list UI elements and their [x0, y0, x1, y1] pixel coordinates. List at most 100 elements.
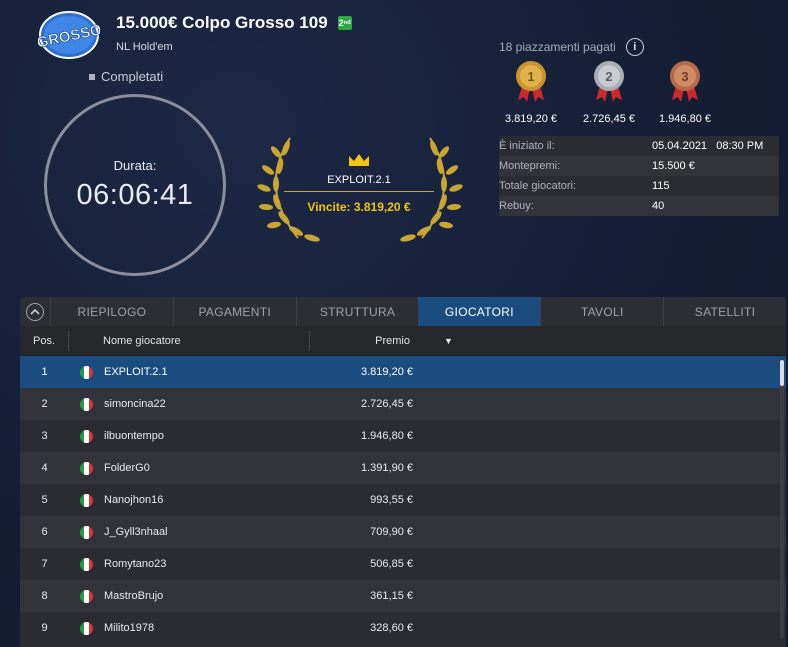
row-pos: 8	[41, 590, 48, 602]
italy-flag-icon	[80, 461, 93, 475]
stat-label: È iniziato il:	[499, 140, 555, 152]
tab-giocatori[interactable]: GIOCATORI	[418, 297, 541, 326]
player-name: FolderG0	[104, 462, 150, 474]
table-row[interactable]: 2 simoncina22 2.726,45 €	[20, 388, 786, 420]
grosso-logo: GROSSO	[35, 10, 104, 60]
stat-value: 05.04.2021 08:30 PM	[652, 140, 764, 152]
player-name: J_Gyll3nhaal	[104, 526, 168, 538]
stat-label: Totale giocatori:	[499, 180, 577, 192]
crown-icon	[349, 154, 369, 166]
row-pos: 5	[41, 494, 48, 506]
player-prize: 1.946,80 €	[361, 430, 413, 442]
row-pos: 2	[41, 398, 48, 410]
collapse-toggle[interactable]	[20, 297, 50, 326]
row-pos: 1	[41, 366, 48, 378]
gold-medal: 1 3.819,20 €	[496, 60, 566, 125]
player-prize: 2.726,45 €	[361, 398, 413, 410]
stat-rebuy: Rebuy: 40	[499, 196, 779, 216]
player-name: ilbuontempo	[104, 430, 164, 442]
table-row[interactable]: 6 J_Gyll3nhaal 709,90 €	[20, 516, 786, 548]
svg-text:1: 1	[527, 69, 534, 84]
row-pos: 6	[41, 526, 48, 538]
italy-flag-icon	[80, 493, 93, 507]
scrollbar-thumb[interactable]	[780, 360, 784, 386]
player-prize: 361,15 €	[370, 590, 413, 602]
player-name: simoncina22	[104, 398, 166, 410]
tab-riepilogo[interactable]: RIEPILOGO	[50, 297, 173, 326]
flag-cell	[69, 429, 104, 443]
table-row[interactable]: 3 ilbuontempo 1.946,80 €	[20, 420, 786, 452]
duration-value: 06:06:41	[76, 179, 194, 211]
italy-flag-icon	[80, 557, 93, 571]
stat-value: 40	[652, 200, 665, 212]
col-prize-header[interactable]: Premio	[310, 331, 410, 351]
info-icon[interactable]: i	[625, 38, 644, 56]
flag-cell	[69, 493, 104, 507]
winner-divider	[284, 191, 434, 192]
tournament-title: 15.000€ Colpo Grosso 109 2ⁿᵈ	[116, 13, 352, 33]
winner-prize: Vincite: 3.819,20 €	[307, 200, 411, 214]
details-panel: RIEPILOGO PAGAMENTI STRUTTURA GIOCATORI …	[20, 297, 786, 647]
gold-medal-icon: 1	[516, 61, 546, 102]
stat-prize-pool: Montepremi: 15.500 €	[499, 156, 779, 176]
table-header: Pos. Nome giocatore Premio ▼	[20, 326, 786, 356]
flag-cell	[69, 365, 104, 379]
table-row[interactable]: 4 FolderG0 1.391,90 €	[20, 452, 786, 484]
player-name: Milito1978	[104, 622, 155, 634]
col-name-header[interactable]: Nome giocatore	[69, 330, 310, 351]
player-prize: 993,55 €	[370, 494, 413, 506]
player-name: EXPLOIT.2.1	[104, 366, 168, 378]
flag-cell	[69, 461, 104, 475]
table-row[interactable]: 7 Romytano23 506,85 €	[20, 548, 786, 580]
svg-text:3: 3	[681, 69, 688, 84]
tab-pagamenti[interactable]: PAGAMENTI	[172, 297, 296, 326]
second-chance-badge: 2ⁿᵈ	[337, 16, 352, 30]
sort-down-icon[interactable]: ▼	[444, 336, 453, 346]
players-table: 1 EXPLOIT.2.1 3.819,20 € 2 simoncina22 2.726,…	[20, 356, 786, 644]
tab-bar: RIEPILOGO PAGAMENTI STRUTTURA GIOCATORI …	[20, 297, 786, 326]
player-prize: 328,60 €	[370, 622, 413, 634]
col-pos-header[interactable]: Pos.	[20, 330, 69, 351]
stat-total-players: Totale giocatori: 115	[499, 176, 779, 196]
table-row[interactable]: 1 EXPLOIT.2.1 3.819,20 €	[20, 356, 786, 388]
chevron-up-icon	[26, 302, 44, 321]
row-pos: 9	[41, 622, 48, 634]
italy-flag-icon	[80, 589, 93, 603]
winner-card: EXPLOIT.2.1 Vincite: 3.819,20 €	[250, 128, 470, 248]
duration-timer: Durata: 06:06:41	[44, 94, 226, 276]
stat-start: È iniziato il: 05.04.2021 08:30 PM	[499, 136, 779, 156]
row-pos: 7	[41, 558, 48, 570]
tab-tavoli[interactable]: TAVOLI	[540, 297, 663, 326]
tab-struttura[interactable]: STRUTTURA	[295, 297, 419, 326]
bronze-medal-icon: 3	[670, 61, 700, 102]
laurel-wreath-icon	[257, 137, 463, 242]
scrollbar[interactable]	[780, 359, 784, 639]
silver-medal-icon: 2	[594, 61, 624, 102]
italy-flag-icon	[80, 621, 93, 635]
table-row[interactable]: 5 Nanojhon16 993,55 €	[20, 484, 786, 516]
player-prize: 1.391,90 €	[361, 462, 413, 474]
player-name: Romytano23	[104, 558, 167, 570]
game-type: NL Hold'em	[116, 41, 173, 53]
table-row[interactable]: 9 Milito1978 328,60 €	[20, 612, 786, 644]
tournament-title-text: 15.000€ Colpo Grosso 109	[116, 13, 328, 32]
paid-places-text: 18 piazzamenti pagati	[499, 40, 616, 54]
bronze-medal-amount: 1.946,80 €	[659, 113, 711, 125]
tab-satelliti[interactable]: SATELLITI	[663, 297, 786, 326]
player-name: MastroBrujo	[104, 590, 164, 602]
row-pos: 4	[41, 462, 48, 474]
tournament-stats: È iniziato il: 05.04.2021 08:30 PM Monte…	[499, 136, 779, 216]
gold-medal-amount: 3.819,20 €	[505, 113, 557, 125]
status-label: Completati	[89, 69, 163, 84]
silver-medal: 2 2.726,45 €	[574, 60, 644, 125]
italy-flag-icon	[80, 365, 93, 379]
winner-name: EXPLOIT.2.1	[327, 174, 391, 186]
paid-places: 18 piazzamenti pagati i	[499, 38, 644, 56]
player-prize: 3.819,20 €	[361, 366, 413, 378]
table-row[interactable]: 8 MastroBrujo 361,15 €	[20, 580, 786, 612]
flag-cell	[69, 397, 104, 411]
player-prize: 709,90 €	[370, 526, 413, 538]
silver-medal-amount: 2.726,45 €	[583, 113, 635, 125]
svg-text:2: 2	[605, 69, 612, 84]
stat-value: 15.500 €	[652, 160, 695, 172]
